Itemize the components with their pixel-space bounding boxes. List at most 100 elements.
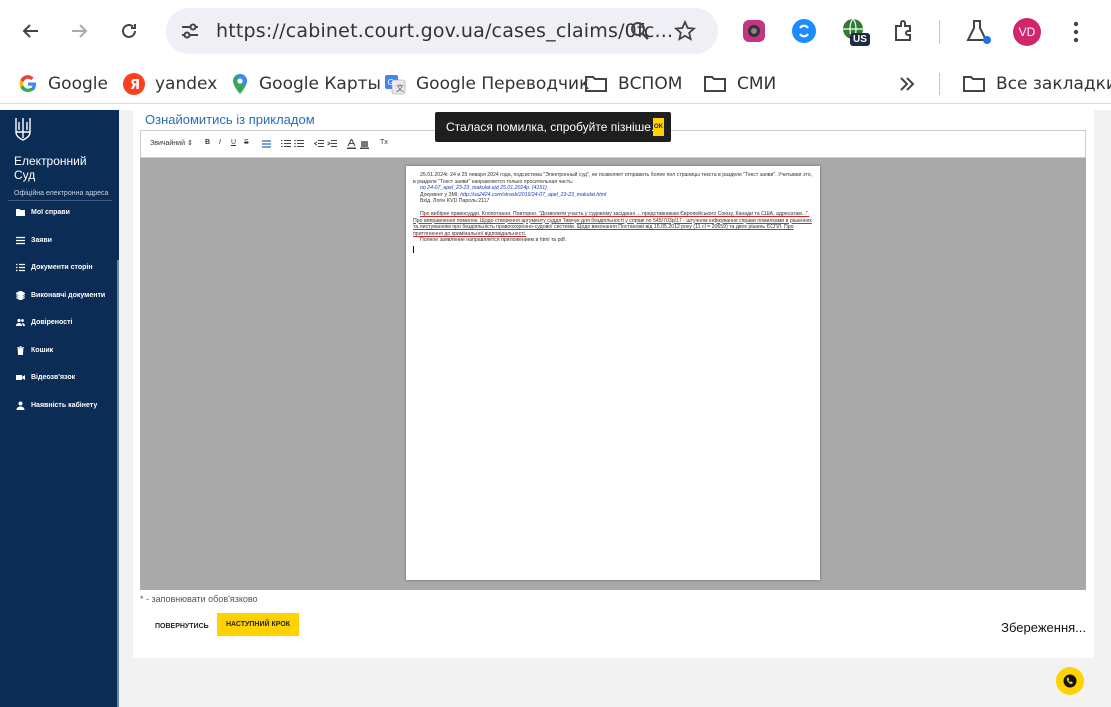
sidebar-item-party-documents[interactable]: Документи сторін	[16, 260, 93, 274]
sidebar-item-my-cases[interactable]: Мої справи	[16, 205, 70, 219]
forward-button[interactable]	[62, 14, 96, 48]
arrow-right-icon	[72, 24, 88, 38]
sidebar-divider	[8, 200, 112, 201]
bookmark-label: СМИ	[737, 74, 777, 94]
sidebar-item-claims[interactable]: Заяви	[16, 233, 52, 247]
sidebar-item-cabinet-availability[interactable]: Наявність кабінету	[16, 398, 97, 412]
document-page[interactable]: 25.01.2024г. 24 и 25 января 2024 года, п…	[406, 166, 820, 580]
required-note: * - заповнювати обов'язково	[140, 594, 258, 604]
bookmark-label: Google Карты	[259, 74, 381, 94]
sidebar: Електронний Суд Офіційна електронна адре…	[0, 110, 119, 707]
sidebar-scrollbar[interactable]	[117, 260, 119, 707]
all-bookmarks-label: Все закладки	[996, 74, 1111, 94]
sidebar-title-line1: Електронний	[14, 154, 87, 168]
reload-icon	[122, 23, 136, 38]
url-text[interactable]: https://cabinet.court.gov.ua/cases_claim…	[216, 20, 673, 42]
text-cursor	[413, 245, 414, 253]
underline-button[interactable]: U	[231, 139, 236, 146]
sidebar-item-powers-of-attorney[interactable]: Довіреності	[16, 315, 72, 329]
bookmark-google-maps[interactable]: Google Карты	[231, 72, 381, 96]
sidebar-item-video-call[interactable]: Відеозв'язок	[16, 370, 75, 384]
back-button[interactable]	[14, 14, 48, 48]
sidebar-item-label: Виконавчі документи	[31, 291, 106, 299]
bookmarks-bar: Google Я yandex Google Карты G文 Google П…	[0, 64, 1111, 104]
browser-toolbar: https://cabinet.court.gov.ua/cases_claim…	[0, 0, 1111, 64]
vpn-extension[interactable]: US	[840, 17, 872, 51]
maps-pin-icon	[231, 73, 249, 95]
page-content: Електронний Суд Офіційна електронна адре…	[0, 110, 1111, 707]
saving-status: Збереження...	[1001, 620, 1086, 635]
doc-paragraph-3-prefix: Документ у ЗМІ:	[420, 191, 461, 198]
search-icon[interactable]	[630, 21, 650, 41]
yandex-icon: Я	[123, 73, 145, 95]
bookmark-folder-vspom[interactable]: ВСПОМ	[584, 72, 682, 96]
sidebar-item-label: Відеозв'язок	[31, 373, 76, 381]
sidebar-item-label: Мої справи	[31, 208, 70, 216]
bookmark-yandex[interactable]: Я yandex	[123, 72, 217, 96]
more-menu-icon[interactable]	[1066, 20, 1086, 44]
checklist-icon	[16, 263, 25, 272]
page-scrollbar[interactable]	[1104, 110, 1111, 707]
sidebar-item-label: Наявність кабінету	[31, 401, 98, 409]
bookmark-label: ВСПОМ	[618, 74, 683, 94]
puzzle-extensions-icon[interactable]	[891, 18, 917, 44]
folder-icon	[703, 74, 727, 94]
address-bar[interactable]: https://cabinet.court.gov.ua/cases_claim…	[166, 8, 718, 54]
next-step-button[interactable]: НАСТУПНИЙ КРОК	[217, 613, 299, 636]
claim-form-card: Ознайомитись із прикладом Звичайний ⇕ B …	[133, 110, 1094, 658]
bookmark-label: yandex	[155, 74, 218, 94]
strike-button[interactable]: S	[244, 139, 249, 146]
highlight-color-icon[interactable]	[360, 139, 369, 149]
bookmarks-separator	[939, 73, 940, 95]
text-color-icon[interactable]	[347, 139, 356, 149]
doc-link[interactable]: http://ua2424.com/strasb/2016/24-07_apel…	[460, 192, 606, 198]
sidebar-item-trash[interactable]: Кошик	[16, 343, 53, 357]
editor-area[interactable]: 25.01.2024г. 24 и 25 января 2024 года, п…	[140, 158, 1086, 590]
chevron-double-right-icon[interactable]	[898, 76, 916, 92]
profile-avatar[interactable]: VD	[1013, 18, 1041, 46]
list-icon	[16, 236, 25, 245]
extension-badge: US	[850, 33, 870, 46]
sidebar-title-line2: Суд	[14, 168, 36, 182]
support-call-button[interactable]	[1056, 667, 1084, 695]
doc-paragraph-3: Документ у ЗМІ: http://ua2424.com/strasb…	[413, 192, 813, 199]
shazam-icon[interactable]	[791, 18, 817, 44]
bookmark-google-translate[interactable]: G文 Google Переводчик	[384, 72, 589, 96]
indent-icon[interactable]	[327, 139, 337, 148]
trash-icon	[16, 345, 25, 355]
sidebar-item-enforcement-documents[interactable]: Виконавчі документи	[16, 288, 105, 302]
people-icon	[16, 318, 25, 327]
sidebar-item-label: Документи сторін	[31, 263, 93, 271]
star-icon[interactable]	[674, 20, 696, 42]
folder-icon	[962, 74, 986, 94]
reload-button[interactable]	[112, 14, 146, 48]
sidebar-item-label: Довіреності	[31, 318, 73, 326]
doc-paragraph-1: 25.01.2024г. 24 и 25 января 2024 года, п…	[413, 172, 813, 185]
doc-paragraph-2: по 24-07_apel_23-23_makulat.ejd 25.01.20…	[420, 185, 547, 192]
sidebar-title: Електронний Суд	[14, 154, 87, 182]
outdent-icon[interactable]	[314, 139, 324, 148]
format-select[interactable]: Звичайний ⇕	[150, 139, 193, 147]
notification-dot	[983, 36, 991, 44]
bookmark-folder-smi[interactable]: СМИ	[703, 72, 776, 96]
trident-logo-icon	[15, 118, 31, 141]
bookmark-google[interactable]: Google	[18, 72, 108, 96]
bold-button[interactable]: B	[205, 139, 210, 146]
bookmark-label: Google	[48, 74, 108, 94]
all-bookmarks[interactable]: Все закладки	[962, 72, 1111, 96]
toast-ok-button[interactable]: OK	[653, 118, 664, 136]
clear-format-button[interactable]: Tx	[380, 139, 388, 146]
ordered-list-icon[interactable]	[281, 139, 291, 148]
camera-extension-icon[interactable]	[741, 18, 767, 44]
doc-paragraph-4: Вхід. Логін KVD Пароль:2117	[420, 198, 490, 205]
view-example-link[interactable]: Ознайомитись із прикладом	[145, 112, 315, 127]
labs-button[interactable]	[964, 18, 992, 46]
google-icon	[18, 74, 38, 94]
bookmark-label: Google Переводчик	[416, 74, 590, 94]
video-icon	[16, 373, 25, 382]
site-settings-icon[interactable]	[180, 21, 200, 41]
italic-button[interactable]: I	[219, 139, 221, 146]
back-step-button[interactable]: ПОВЕРНУТИСЬ	[147, 615, 217, 637]
bullet-list-icon[interactable]	[294, 139, 304, 148]
align-justify-icon[interactable]	[262, 140, 271, 149]
